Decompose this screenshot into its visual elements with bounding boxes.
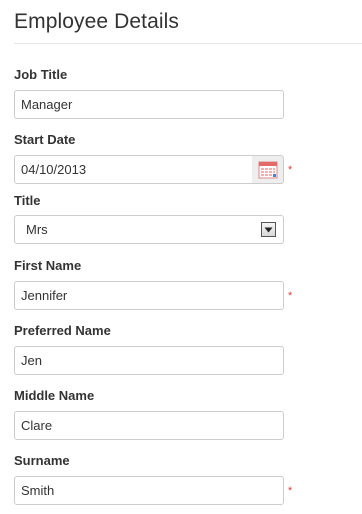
middle-name-label: Middle Name (14, 388, 95, 403)
preferred-name-label: Preferred Name (14, 323, 111, 338)
job-title-input[interactable]: Manager (14, 90, 284, 119)
calendar-icon (258, 161, 277, 178)
start-date-label: Start Date (14, 132, 76, 147)
title-select[interactable]: Mrs (14, 215, 284, 244)
job-title-label: Job Title (14, 67, 68, 82)
title-label: Title (14, 193, 41, 208)
middle-name-input[interactable]: Clare (14, 411, 284, 440)
start-date-input[interactable]: 04/10/2013 (14, 155, 253, 184)
surname-label: Surname (14, 453, 70, 468)
calendar-button[interactable] (252, 155, 284, 184)
first-name-label: First Name (14, 258, 82, 273)
first-name-required-mark: * (288, 290, 293, 302)
first-name-input[interactable]: Jennifer (14, 281, 284, 310)
start-date-required-mark: * (288, 164, 293, 176)
surname-required-mark: * (288, 485, 293, 497)
title-select-value: Mrs (26, 222, 48, 237)
preferred-name-input[interactable]: Jen (14, 346, 284, 375)
dropdown-arrow-icon[interactable] (261, 222, 276, 237)
surname-input[interactable]: Smith (14, 476, 284, 505)
page-title: Employee Details (14, 10, 180, 33)
title-divider (14, 43, 362, 44)
